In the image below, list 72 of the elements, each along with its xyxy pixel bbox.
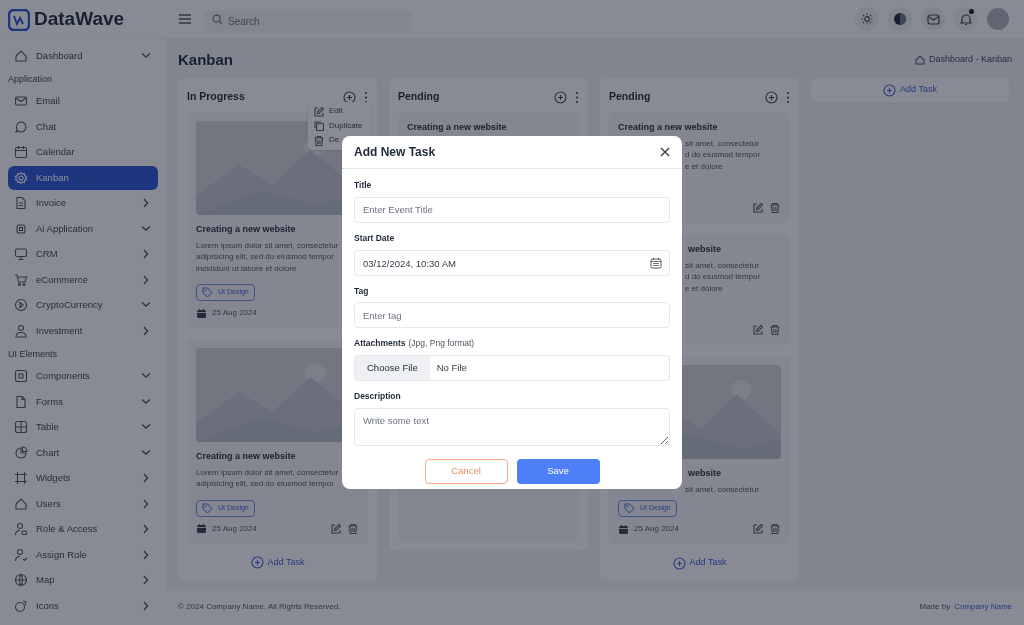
sidebar-item[interactable]: Chart [8, 441, 158, 465]
sidebar-item[interactable]: Assign Role [8, 543, 158, 567]
card-date: 25 Aug 2024 [212, 522, 257, 535]
card-description: sit amet, consectetur [685, 137, 759, 149]
sidebar-item[interactable]: Calendar [8, 140, 158, 164]
card-description: sit amet, consectetur [685, 483, 759, 495]
sidebar-item[interactable]: Kanban [8, 166, 158, 190]
sidebar-item[interactable]: Map [8, 568, 158, 592]
card-title: website [688, 243, 721, 256]
brand-name: DataWave [34, 7, 125, 32]
sidebar-item[interactable]: Investment [8, 319, 158, 343]
modal-title: Add New Task [354, 144, 436, 161]
add-task-button[interactable]: Add Task [883, 83, 937, 97]
sidebar-item[interactable]: Email [8, 89, 158, 113]
save-button[interactable]: Save [516, 458, 600, 484]
card-description: Lorem ipsum dolor sit amet, consectetur adipisicing elit, sed do eiusmod tempor incididunt ut labore et dolore [196, 239, 340, 274]
sidebar-item[interactable]: CryptoCurrency [8, 293, 158, 317]
sidebar-item[interactable]: Ai Application [8, 217, 158, 241]
date-field[interactable]: 03/12/2024, 10:30 AM [354, 250, 670, 276]
input-field[interactable]: Enter tag [354, 302, 670, 329]
card-description: d do eiusmod tempor [685, 271, 761, 283]
card-description: d do eiusmod tempor [685, 149, 761, 161]
card-date: 25 Aug 2024 [634, 523, 679, 535]
card-date: 25 Aug 2024 [212, 307, 257, 319]
add-task-button[interactable]: Add Task [672, 554, 727, 572]
text-area[interactable]: Write some text [354, 407, 670, 446]
file-name: No File [435, 360, 468, 375]
card-description: sit amet, consectetur [685, 259, 759, 271]
cancel-button[interactable]: Cancel [424, 458, 508, 484]
card-title: Creating a new website [196, 223, 296, 236]
field-label: Description [354, 390, 402, 403]
sidebar-item[interactable]: CRM [8, 242, 158, 266]
card-title: Creating a new website [407, 121, 507, 134]
column-title: Pending [609, 89, 652, 105]
column-title: In Progress [187, 89, 246, 105]
sidebar-item[interactable]: Invoice [8, 191, 158, 215]
input-field[interactable]: Enter Event Title [354, 196, 670, 223]
page-title: Kanban [178, 49, 233, 70]
field-label: Start Date [354, 231, 396, 245]
sidebar-item[interactable]: Components [8, 364, 158, 388]
card-title: Creating a new website [618, 121, 718, 134]
card-description: e et dolore [685, 160, 723, 172]
add-task-button[interactable]: Add Task [250, 553, 305, 572]
menu-item[interactable]: Duplicate [308, 118, 372, 133]
made-by-text: Made by [919, 601, 951, 613]
sidebar-item[interactable]: Forms [8, 390, 158, 414]
sidebar-item[interactable]: Chat [8, 115, 158, 139]
sidebar-item[interactable]: Icons [8, 594, 158, 618]
card-description: e et dolore [685, 282, 723, 294]
choose-file-button[interactable]: Choose File [355, 356, 430, 380]
sidebar-item[interactable]: eCommerce [8, 268, 158, 292]
card-title: website [688, 467, 721, 480]
card-title: Creating a new website [196, 450, 296, 463]
section-label: UI Elements [8, 348, 59, 361]
field-label: Tag [354, 284, 370, 298]
column-title: Pending [398, 89, 441, 105]
sidebar-item[interactable]: Dashboard [8, 44, 158, 68]
section-label: Application [8, 73, 54, 86]
field-hint: (Jpg, Png format) [408, 337, 475, 350]
field-label: Title [354, 179, 373, 192]
sidebar-item[interactable]: Widgets [8, 466, 158, 490]
copyright-text: © 2024 Company Name. All Rights Reserved. [178, 601, 341, 613]
sidebar-item[interactable]: Role & Access [8, 517, 158, 541]
file-field[interactable]: Choose File No File [354, 355, 670, 381]
company-link[interactable]: Company Name [954, 601, 1012, 613]
field-label: Attachments [354, 337, 406, 350]
sidebar-item[interactable]: Table [8, 415, 158, 439]
search-field[interactable]: Search [204, 10, 412, 33]
breadcrumb: Dashboard - Kanban [928, 53, 1012, 67]
card-description: Lorem ipsum dolor sit amet, consectetur adipisicing elit, sed do eiusmod tempor [196, 466, 340, 490]
menu-item[interactable]: Edit [308, 104, 372, 119]
sidebar-item[interactable]: Users [8, 492, 158, 516]
